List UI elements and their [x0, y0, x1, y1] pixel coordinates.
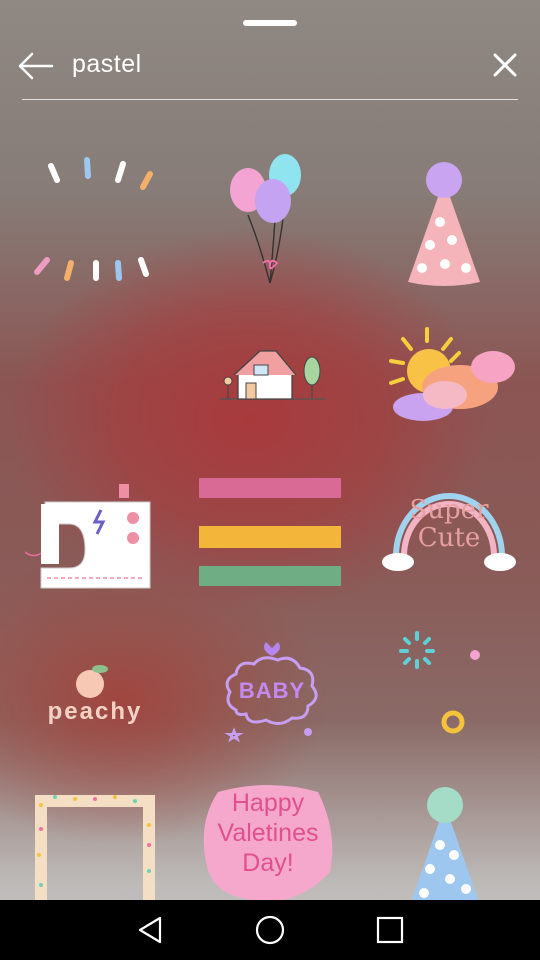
sticker-peachy[interactable]: peachy	[40, 660, 150, 730]
sticker-cottage[interactable]	[220, 345, 330, 405]
search-header: pastel	[0, 40, 540, 96]
sticker-baby-cloud[interactable]: BABY	[222, 640, 322, 745]
baby-text: BABY	[238, 678, 306, 703]
peachy-text: peachy	[47, 698, 143, 725]
nav-home-button[interactable]	[250, 912, 290, 948]
peach-image	[76, 665, 108, 698]
paint-stripes-image	[199, 478, 341, 586]
sewing-machine-image	[24, 484, 151, 589]
square-recents-icon	[376, 916, 404, 944]
nav-recents-button[interactable]	[370, 912, 410, 948]
sticker-dots-ring[interactable]	[395, 625, 495, 745]
sticker-confetti-dashes[interactable]	[25, 150, 160, 290]
clear-button[interactable]	[490, 50, 520, 80]
nav-back-button[interactable]	[132, 912, 172, 948]
party-hat-blue-image	[411, 787, 479, 900]
cottage-image	[220, 350, 325, 400]
super-cute-text: Super Cute	[378, 496, 520, 552]
drag-handle[interactable]	[243, 20, 297, 26]
circle-home-icon	[255, 915, 285, 945]
valentines-text: Happy Valetines Day!	[198, 788, 338, 878]
divider	[22, 99, 518, 100]
sticker-balloons[interactable]	[215, 145, 325, 290]
confetti-dashes-image	[34, 157, 153, 281]
search-input[interactable]: pastel	[72, 50, 142, 79]
sticker-sewing-machine[interactable]	[24, 480, 165, 595]
sticker-party-hat-pink[interactable]	[400, 160, 490, 290]
arrow-left-icon	[18, 52, 54, 80]
cute-text: Cute	[417, 523, 481, 553]
balloons-image	[230, 154, 301, 284]
sun-clouds-image	[389, 327, 515, 421]
sticker-super-cute-rainbow[interactable]: Super Cute	[378, 460, 520, 590]
sticker-sprinkle-frame[interactable]	[25, 785, 165, 900]
close-icon	[493, 53, 517, 77]
triangle-back-icon	[138, 916, 162, 944]
party-hat-pink-image	[408, 162, 480, 286]
day-text: Day!	[242, 849, 294, 877]
sticker-grid: Super Cute peachy BABY Happy Valetines D…	[0, 120, 540, 900]
happy-text: Happy	[231, 789, 305, 817]
sticker-sun-clouds[interactable]	[385, 325, 520, 430]
dots-ring-image	[399, 631, 480, 734]
system-nav-bar	[0, 900, 540, 960]
sticker-happy-valentines[interactable]: Happy Valetines Day!	[198, 782, 338, 900]
sticker-paint-stripes[interactable]	[195, 472, 345, 592]
super-text: Super	[409, 495, 489, 525]
valetines-text: Valetines	[217, 819, 319, 847]
sticker-party-hat-blue[interactable]	[400, 785, 490, 900]
sprinkle-frame-image	[35, 795, 155, 900]
back-button[interactable]	[16, 48, 56, 84]
